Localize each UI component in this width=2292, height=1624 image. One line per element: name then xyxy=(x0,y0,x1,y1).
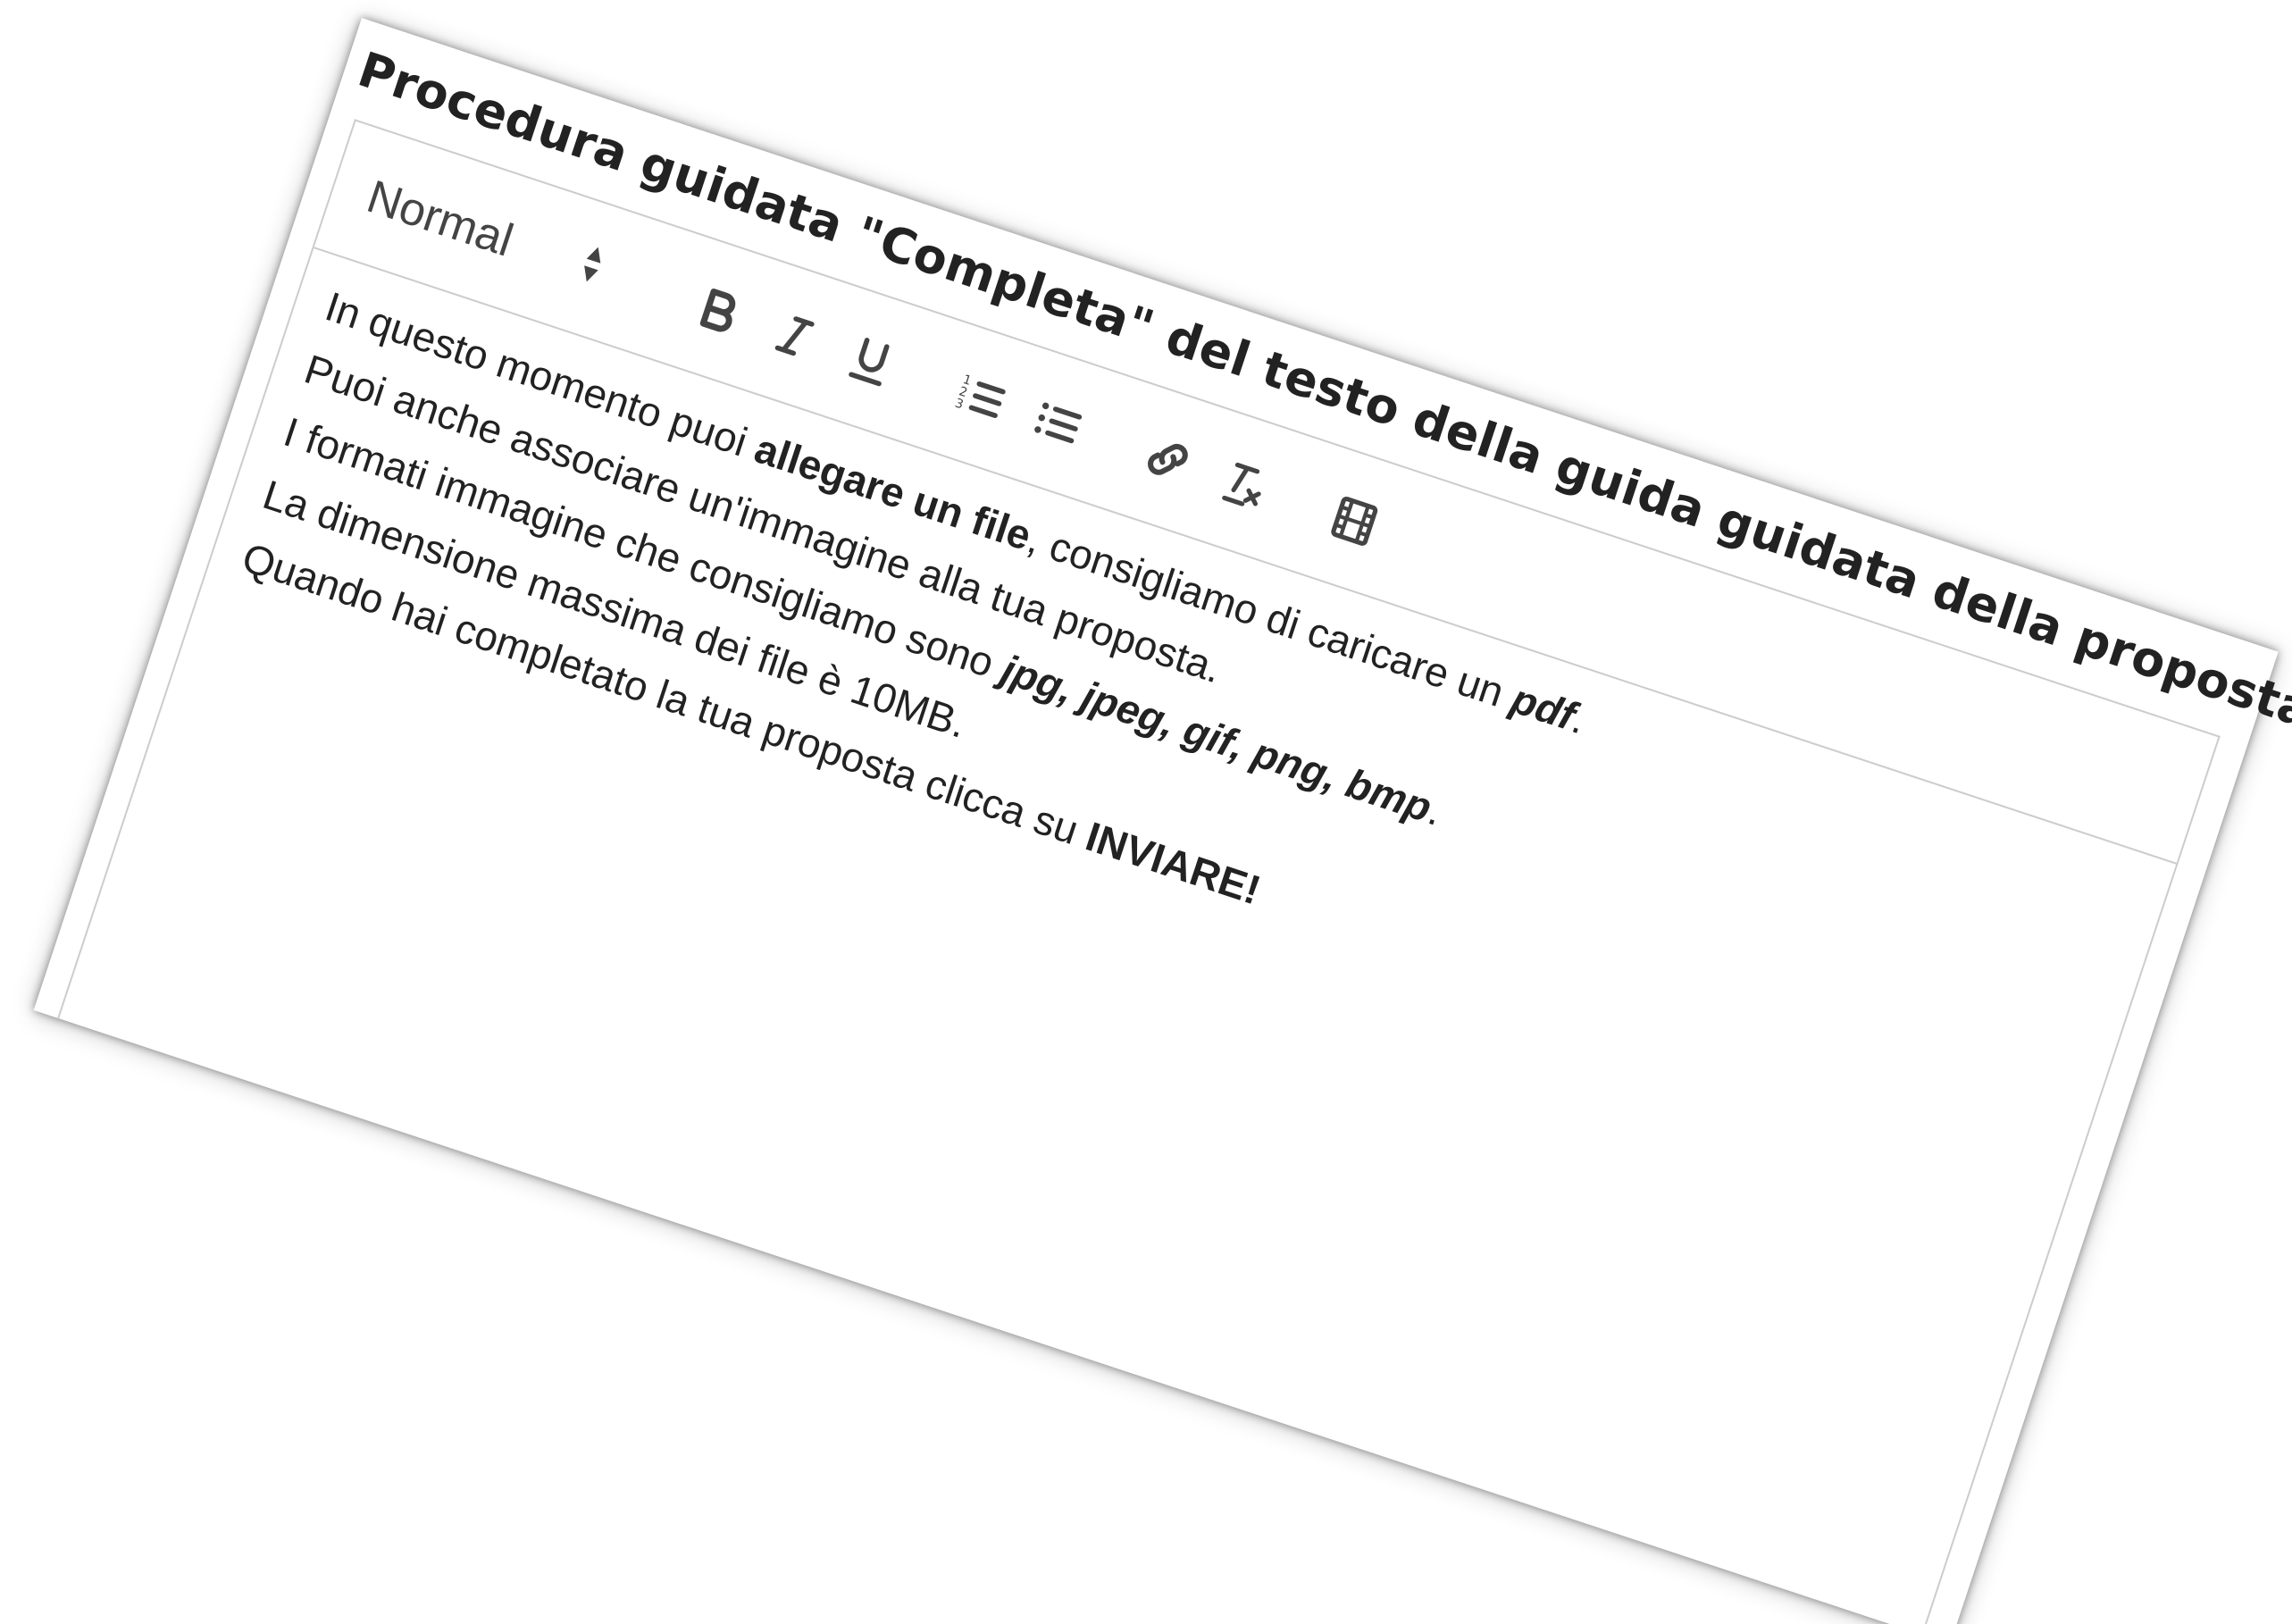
slide-stage: a e Procedura guidata "Completa" del tes… xyxy=(0,0,2292,1624)
ordered-list-icon: 1 2 3 xyxy=(953,373,1006,418)
italic-icon xyxy=(774,316,815,356)
ordered-list-button[interactable]: 1 2 3 xyxy=(945,362,1017,434)
italic-button[interactable] xyxy=(758,300,831,373)
editor-screenshot-card: Procedura guidata "Completa" del testo d… xyxy=(33,18,2292,1624)
bullet-list-icon xyxy=(1034,402,1083,444)
video-icon xyxy=(1331,496,1378,546)
select-arrows-icon: ▲ ▼ xyxy=(573,236,613,291)
svg-text:3: 3 xyxy=(953,397,965,413)
clear-format-button[interactable] xyxy=(1208,448,1280,521)
link-button[interactable] xyxy=(1132,423,1204,496)
video-button[interactable] xyxy=(1318,485,1391,557)
underline-icon xyxy=(849,338,890,387)
bullet-list-button[interactable] xyxy=(1022,387,1094,459)
bold-icon xyxy=(699,289,736,332)
format-select-value: Normal xyxy=(360,171,520,267)
link-icon xyxy=(1148,443,1188,475)
underline-button[interactable] xyxy=(835,325,908,398)
clear-format-icon xyxy=(1222,462,1261,506)
bold-button[interactable] xyxy=(682,275,755,347)
